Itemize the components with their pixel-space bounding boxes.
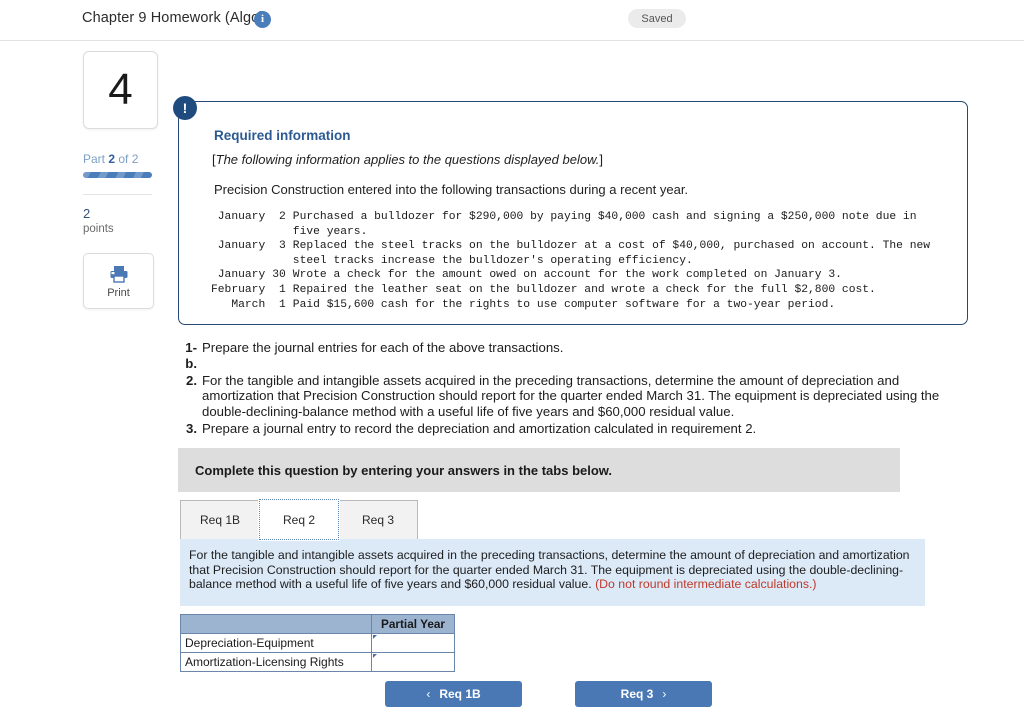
transactions-table: January 2 Purchased a bulldozer for $290… <box>211 210 930 312</box>
table-row: Depreciation-Equipment <box>180 633 455 653</box>
tab-req-1b[interactable]: Req 1B <box>180 500 260 540</box>
prev-req-1b-button[interactable]: ‹ Req 1B <box>385 681 522 707</box>
table-row: January 3 Replaced the steel tracks on t… <box>211 239 930 268</box>
bracket-close: ] <box>599 152 603 167</box>
answer-cell-depreciation-equipment[interactable] <box>371 633 455 653</box>
column-header-blank <box>180 614 372 634</box>
list-item: 2. For the tangible and intangible asset… <box>176 373 966 420</box>
part-suffix: of 2 <box>115 152 139 166</box>
txn-month: January <box>217 240 266 253</box>
points-value: 2 <box>83 206 91 221</box>
next-req-3-button[interactable]: Req 3 › <box>575 681 712 707</box>
banner-text: Complete this question by entering your … <box>195 462 613 478</box>
page-title: Chapter 9 Homework (Algo) <box>82 10 265 26</box>
answer-table-body: Depreciation-Equipment Amortization-Lice… <box>180 633 455 672</box>
row-label-depreciation-equipment: Depreciation-Equipment <box>180 633 372 653</box>
part-progress-bar <box>83 172 152 178</box>
italic-note: The following information applies to the… <box>215 152 600 167</box>
table-row: January 2 Purchased a bulldozer for $290… <box>211 210 930 239</box>
txn-description: Wrote a check for the amount owed on acc… <box>292 269 842 282</box>
txn-month: March <box>231 298 266 311</box>
requirement-text: Prepare the journal entries for each of … <box>202 340 564 355</box>
txn-description: Paid $15,600 cash for the rights to use … <box>292 298 836 311</box>
column-header-partial-year: Partial Year <box>371 614 455 634</box>
navigation-buttons: ‹ Req 1B Req 3 › <box>385 681 712 707</box>
print-label: Print <box>107 286 130 299</box>
row-label-amortization-licensing-rights: Amortization-Licensing Rights <box>180 652 372 672</box>
table-row: Amortization-Licensing Rights <box>180 652 455 672</box>
txn-description: Purchased a bulldozer for $290,000 by pa… <box>292 211 917 238</box>
txn-day: 30 <box>272 269 286 282</box>
required-information-note: [The following information applies to th… <box>212 152 603 167</box>
txn-month: January <box>217 269 266 282</box>
alert-exclamation-icon: ! <box>173 96 197 120</box>
txn-month: January <box>217 211 266 223</box>
amortization-licensing-rights-input[interactable] <box>372 653 454 671</box>
required-information-title: Required information <box>214 128 351 143</box>
table-row: January 30 Wrote a check for the amount … <box>211 268 930 283</box>
table-row: March 1 Paid $15,600 cash for the rights… <box>211 298 930 313</box>
requirement-text: For the tangible and intangible assets a… <box>202 372 940 420</box>
instruction-box: For the tangible and intangible assets a… <box>180 539 925 606</box>
requirement-number: 3. <box>186 420 197 436</box>
txn-day: 3 <box>279 240 286 253</box>
print-button[interactable]: Print <box>83 253 154 310</box>
answer-table: Partial Year Depreciation-Equipment Amor… <box>180 614 455 672</box>
depreciation-equipment-input[interactable] <box>372 634 454 652</box>
required-information-intro: Precision Construction entered into the … <box>214 182 689 197</box>
table-row: February 1 Repaired the leather seat on … <box>211 283 930 298</box>
sidebar-divider <box>83 194 152 195</box>
requirement-text: Prepare a journal entry to record the de… <box>202 420 757 436</box>
part-prefix: Part <box>83 152 109 166</box>
chevron-right-icon: › <box>662 687 667 701</box>
tab-req-3[interactable]: Req 3 <box>338 500 418 540</box>
txn-description: Replaced the steel tracks on the bulldoz… <box>292 240 931 267</box>
part-indicator: Part 2 of 2 <box>83 152 158 166</box>
requirements-list: 1-b. Prepare the journal entries for eac… <box>176 340 966 438</box>
prev-button-label: Req 1B <box>439 687 481 701</box>
tab-req-2[interactable]: Req 2 <box>258 498 340 541</box>
txn-day: 1 <box>279 298 286 311</box>
answer-cell-amortization-licensing-rights[interactable] <box>371 652 455 672</box>
page-header: Chapter 9 Homework (Algo) i Saved <box>0 0 1024 41</box>
instruction-red-note: (Do not round intermediate calculations.… <box>595 577 817 592</box>
txn-description: Repaired the leather seat on the bulldoz… <box>292 283 876 296</box>
question-number: 4 <box>108 65 133 114</box>
transactions-body: January 2 Purchased a bulldozer for $290… <box>211 210 930 312</box>
info-icon[interactable]: i <box>254 11 271 28</box>
answer-table-head: Partial Year <box>180 614 455 634</box>
txn-day: 2 <box>279 211 286 223</box>
question-sidebar: 4 Part 2 of 2 2 points Print <box>83 51 158 310</box>
table-header-row: Partial Year <box>180 614 455 634</box>
chevron-left-icon: ‹ <box>426 687 431 701</box>
printer-icon <box>110 265 127 283</box>
required-information-panel: Required information [The following info… <box>178 101 968 325</box>
complete-question-banner: Complete this question by entering your … <box>178 448 900 492</box>
requirement-number: 1-b. <box>185 340 197 371</box>
list-item: 1-b. Prepare the journal entries for eac… <box>176 340 966 372</box>
txn-day: 1 <box>279 283 286 296</box>
list-item: 3. Prepare a journal entry to record the… <box>176 421 966 437</box>
points-label: points <box>83 223 114 236</box>
requirement-number: 2. <box>186 372 197 388</box>
txn-month: February <box>211 283 266 296</box>
next-button-label: Req 3 <box>620 687 654 701</box>
status-badge: Saved <box>628 9 686 28</box>
question-number-card: 4 <box>83 51 158 129</box>
requirement-tabs: Req 1B Req 2 Req 3 <box>180 498 418 541</box>
